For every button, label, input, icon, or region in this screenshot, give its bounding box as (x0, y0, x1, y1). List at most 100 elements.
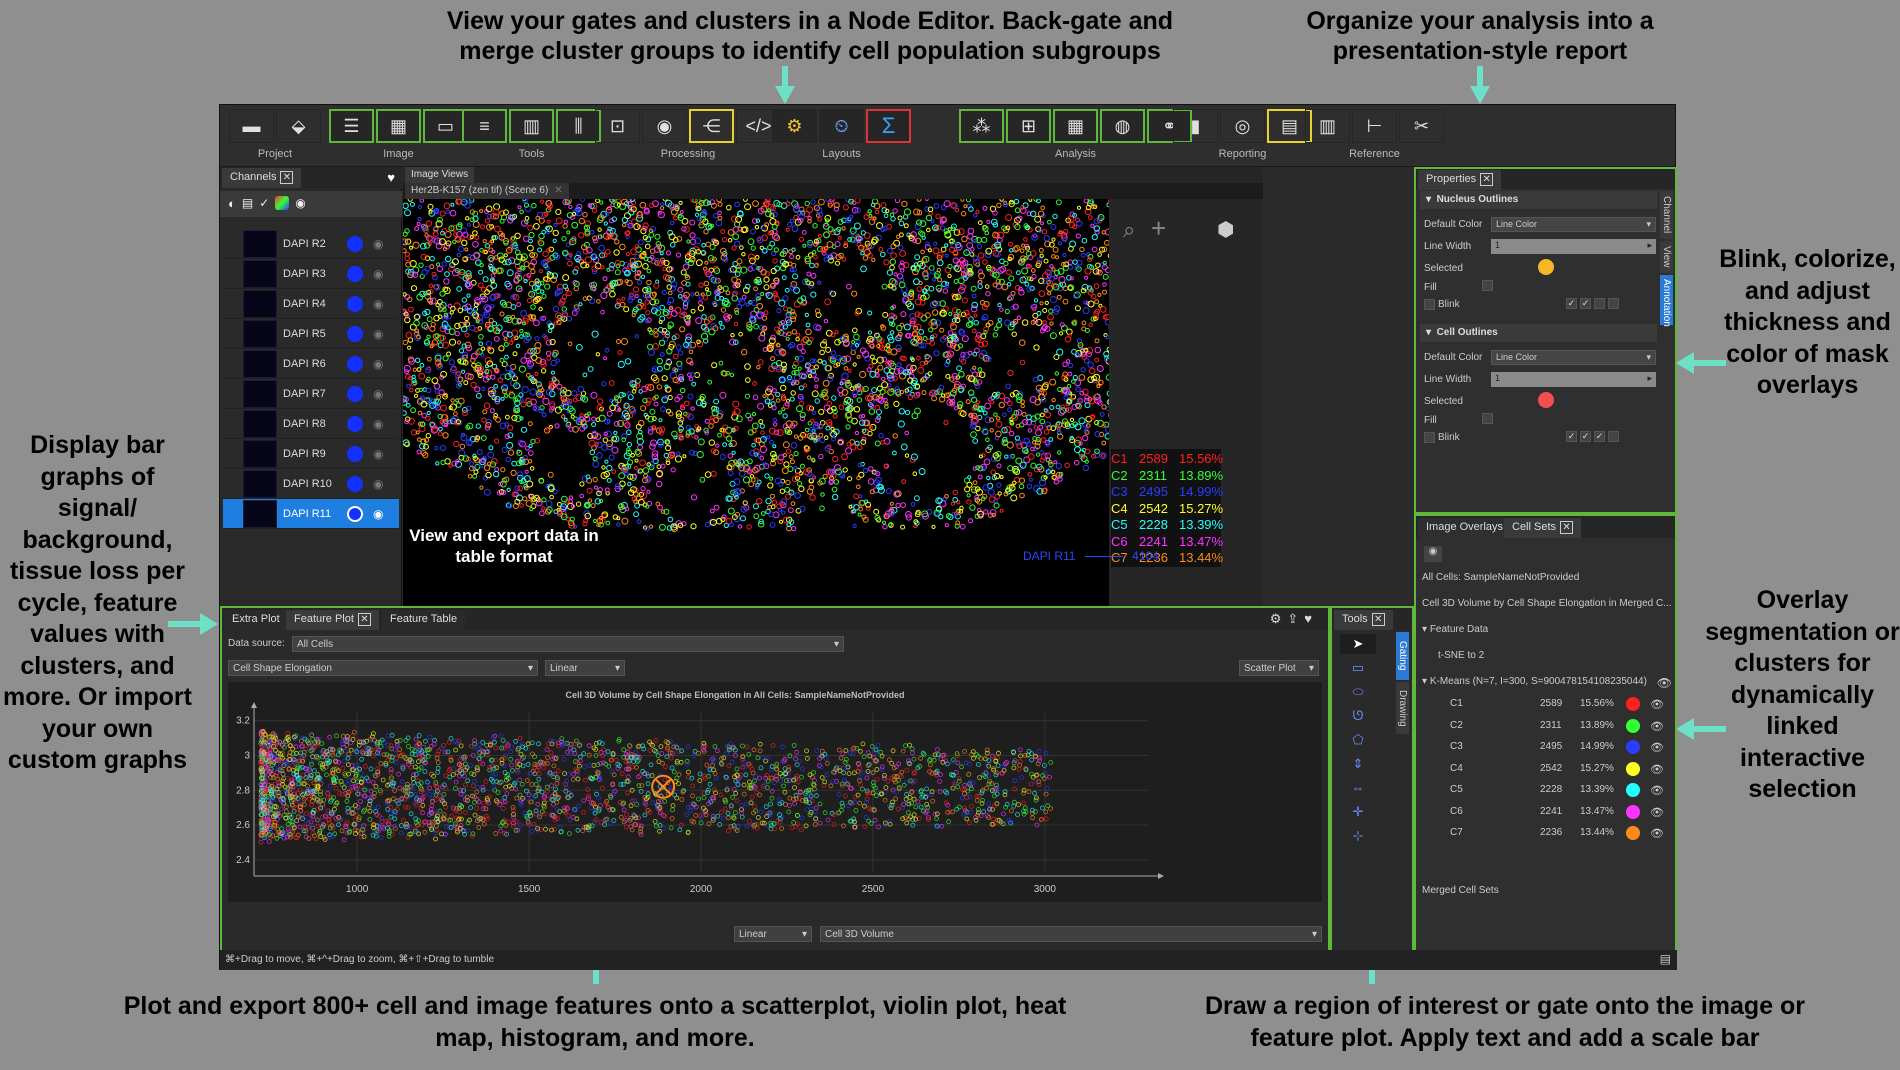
channel-color-swatch[interactable] (347, 445, 363, 462)
visibility-icon[interactable]: ◉ (295, 196, 305, 212)
list-icon[interactable]: ☰ (329, 109, 374, 143)
sliders-icon[interactable]: ≡ (462, 109, 507, 143)
nucleus-line-width-slider[interactable]: 1 ▸ (1491, 239, 1656, 254)
merged-cell-sets[interactable]: Merged Cell Sets (1422, 885, 1672, 903)
blink-channel-checkbox[interactable] (1608, 431, 1619, 442)
blink-channel-checkbox[interactable]: ✓ (1580, 431, 1591, 442)
plot-type-select[interactable]: Scatter Plot ▾ (1239, 660, 1319, 676)
nucleus-outlines-header[interactable]: ▾ Nucleus Outlines (1420, 191, 1657, 209)
heart-icon[interactable]: ♥ (387, 170, 395, 185)
tab-image-overlays[interactable]: Image Overlays (1418, 518, 1512, 538)
channel-row[interactable]: DAPI R9 ◉ (223, 439, 399, 469)
gear-icon[interactable]: ⚙ (1270, 611, 1288, 626)
film-icon[interactable]: ▮ (1173, 109, 1218, 143)
tab-channels[interactable]: Channels ✕ (222, 168, 302, 188)
channel-row[interactable]: DAPI R10 ◉ (223, 469, 399, 499)
channel-color-swatch[interactable] (347, 265, 363, 282)
axes-icon[interactable]: ⊢ (1352, 109, 1397, 143)
channel-color-swatch[interactable] (347, 325, 363, 342)
cube-icon[interactable]: ⬢ (1217, 217, 1234, 242)
y-scale-select[interactable]: Linear ▾ (545, 660, 625, 676)
eye-icon[interactable]: ◉ (373, 327, 383, 341)
eye-icon[interactable]: ◉ (373, 297, 383, 311)
eye-icon[interactable]: 👁 (1650, 827, 1664, 840)
eye-icon[interactable]: ◉ (373, 417, 383, 431)
tab-extra-plot[interactable]: Extra Plot (224, 610, 288, 630)
heart-icon[interactable]: ♥ (1304, 611, 1318, 626)
cluster-color-swatch[interactable] (1626, 826, 1640, 840)
grid-icon[interactable]: ▦ (376, 109, 421, 143)
eye-icon[interactable]: ◉ (373, 477, 383, 491)
nucleus-blink-checkbox[interactable] (1424, 299, 1435, 310)
nucleus-fill-checkbox[interactable] (1482, 280, 1493, 291)
boxplot-icon[interactable]: ⊞ (1006, 109, 1051, 143)
node-editor-icon[interactable]: ⋲ (689, 109, 734, 143)
cluster-color-swatch[interactable] (1626, 740, 1640, 754)
data-source-select[interactable]: All Cells ▾ (292, 636, 844, 652)
eye-icon[interactable]: ◉ (373, 387, 383, 401)
scatter-icon[interactable]: ⁂ (959, 109, 1004, 143)
eye-icon[interactable]: 👁 (1650, 784, 1664, 797)
frame-icon[interactable]: ⊡ (595, 109, 640, 143)
tag-icon[interactable]: ⬙ (276, 109, 321, 143)
blink-channel-checkbox[interactable]: ✓ (1580, 298, 1591, 309)
y-feature-select[interactable]: Cell Shape Elongation ▾ (228, 660, 538, 676)
eye-icon[interactable]: ◉ (373, 237, 383, 251)
folder-icon[interactable]: ▬ (229, 109, 274, 143)
blink-channel-checkbox[interactable]: ✓ (1566, 431, 1577, 442)
eye-icon[interactable]: 👁 (1657, 676, 1672, 690)
tab-image-views[interactable]: Image Views (405, 167, 475, 183)
cluster-color-swatch[interactable] (1626, 697, 1640, 711)
tissue-image[interactable]: ⌕ + ⬢ C1 2589 15.56% C2 2311 13.89% C3 2495 14.9… (403, 199, 1263, 606)
eye-icon[interactable]: 👁 (1650, 698, 1664, 711)
channel-row[interactable]: DAPI R11 ◉ (223, 499, 399, 529)
cluster-color-swatch[interactable] (1626, 718, 1640, 733)
cluster-row[interactable]: C1 2589 15.56% 👁 (1422, 697, 1672, 716)
cell-line-width-slider[interactable]: 1 ▸ (1491, 372, 1656, 387)
cluster-row[interactable]: C6 2241 13.47% 👁 (1422, 804, 1672, 824)
tab-properties[interactable]: Properties ✕ (1418, 170, 1502, 190)
cell-set-kmeans[interactable]: ▾ K-Means (N=7, I=300, S=900478154108235… (1422, 676, 1672, 694)
layers-icon[interactable]: ▤ (242, 196, 253, 212)
eye-icon[interactable]: ◉ (373, 267, 383, 281)
library-icon[interactable]: ▥ (1305, 109, 1350, 143)
eye-icon[interactable]: 👁 (1650, 720, 1664, 733)
channel-row[interactable]: DAPI R4 ◉ (223, 289, 399, 319)
channel-row[interactable]: DAPI R5 ◉ (223, 319, 399, 349)
eye-icon[interactable]: ◉ (373, 507, 383, 521)
eye-icon[interactable]: 👁 (1650, 806, 1664, 819)
cluster-color-swatch[interactable] (1626, 761, 1640, 776)
nucleus-selected-color-swatch[interactable] (1538, 259, 1554, 275)
eye-icon[interactable]: 👁 (1650, 763, 1664, 776)
sigma-icon[interactable]: Σ (866, 109, 911, 143)
cell-blink-checkbox[interactable] (1424, 432, 1435, 443)
eye-icon[interactable]: ◉ (373, 357, 383, 371)
cluster-row[interactable]: C2 2311 13.89% 👁 (1422, 718, 1672, 738)
channel-color-swatch[interactable] (347, 295, 363, 312)
channel-color-swatch[interactable] (347, 505, 363, 522)
tab-annotation-side[interactable]: Annotation (1660, 275, 1673, 327)
channel-color-swatch[interactable] (347, 415, 363, 432)
gate-icon[interactable]: ◍ (1100, 109, 1145, 143)
table-icon[interactable]: ▦ (1053, 109, 1098, 143)
channel-color-swatch[interactable] (347, 235, 363, 252)
close-icon[interactable]: ✕ (1560, 521, 1574, 534)
cell-selected-color-swatch[interactable] (1538, 392, 1554, 408)
cluster-row[interactable]: C7 2236 13.44% 👁 (1422, 826, 1672, 845)
tab-feature-plot[interactable]: Feature Plot ✕ (286, 610, 379, 630)
blink-channel-checkbox[interactable]: ✓ (1594, 431, 1605, 442)
channel-row[interactable]: DAPI R6 ◉ (223, 349, 399, 379)
close-icon[interactable]: ✕ (554, 185, 562, 196)
zoom-icon[interactable]: ⌕ (1123, 217, 1135, 243)
channel-row[interactable]: DAPI R8 ◉ (223, 409, 399, 439)
cluster-row[interactable]: C3 2495 14.99% 👁 (1422, 740, 1672, 759)
contrast-icon[interactable]: ◐ (228, 196, 236, 212)
nucleus-default-color-select[interactable]: Line Color ▾ (1491, 217, 1656, 232)
eye-icon[interactable]: ◉ (1424, 546, 1442, 562)
export-icon[interactable]: ⇪ (1287, 611, 1304, 626)
channel-row[interactable]: DAPI R3 ◉ (223, 259, 399, 289)
tab-channel-side[interactable]: Channel (1660, 191, 1673, 239)
close-icon[interactable]: ✕ (280, 171, 294, 184)
cell-outlines-header[interactable]: ▾ Cell Outlines (1420, 324, 1657, 342)
scatter-plot[interactable]: Cell 3D Volume by Cell Shape Elongation … (228, 682, 1322, 902)
